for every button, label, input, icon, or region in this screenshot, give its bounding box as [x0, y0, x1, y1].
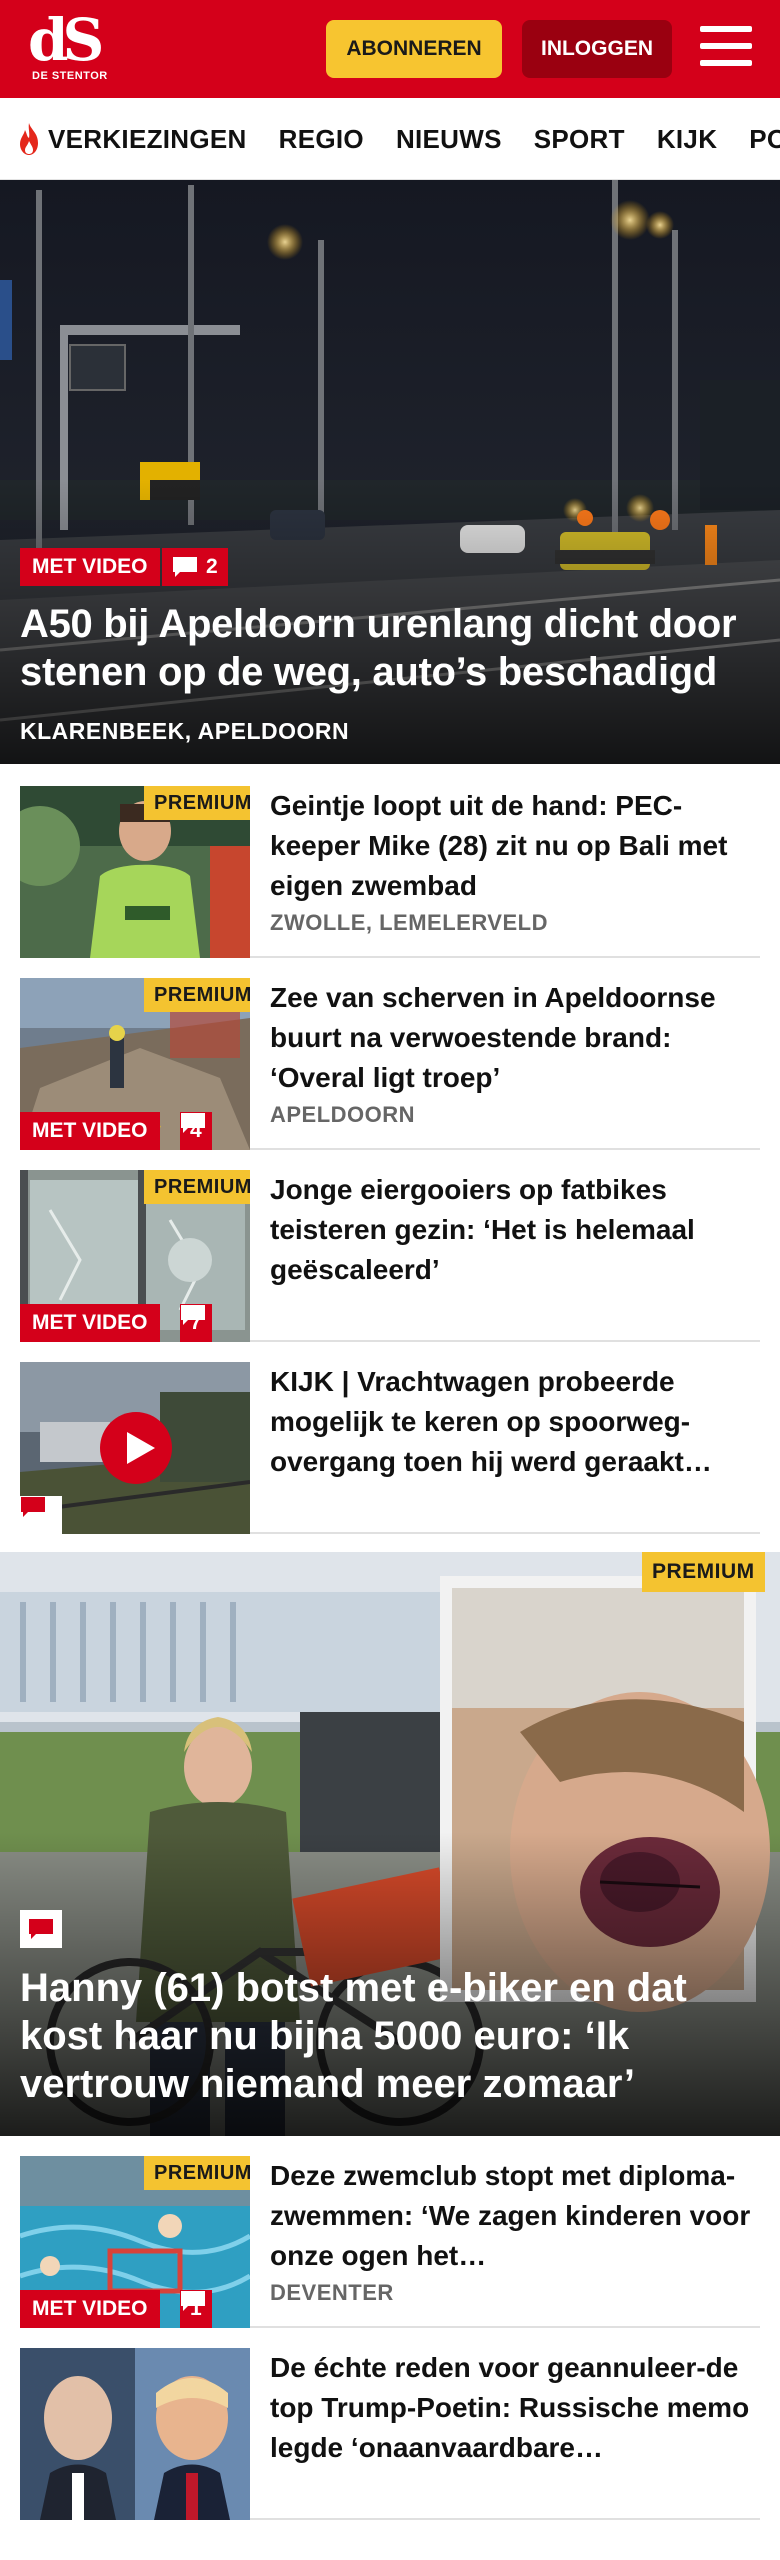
- logo-mark: dS: [28, 6, 104, 74]
- article-thumbnail: [20, 1362, 250, 1534]
- top-header: dS DE STENTOR ABONNEREN INLOGGEN: [0, 0, 780, 98]
- video-badge: MET VIDEO: [20, 1304, 160, 1342]
- article-thumbnail: [20, 2348, 250, 2520]
- comment-icon: [181, 2291, 205, 2311]
- play-button[interactable]: [100, 1412, 172, 1484]
- video-badge: MET VIDEO: [20, 2290, 160, 2328]
- article-item[interactable]: PREMIUM MET VIDEO 4 Zee van scherven in …: [20, 978, 760, 1150]
- comment-icon: [29, 1919, 53, 1939]
- article-headline[interactable]: Zee van scherven in Apeldoornse buurt na…: [270, 978, 760, 1098]
- article-thumbnail: PREMIUM MET VIDEO 4: [20, 978, 250, 1150]
- comment-icon: [181, 1113, 205, 1133]
- article-location: DEVENTER: [270, 2280, 394, 2305]
- nav-item-nieuws[interactable]: NIEUWS: [396, 124, 502, 155]
- hero-headline[interactable]: A50 bij Apeldoorn urenlang dicht door st…: [20, 600, 770, 696]
- nav-item-sport[interactable]: SPORT: [534, 124, 625, 155]
- article-item[interactable]: KIJK | Vrachtwagen probeerde mogelijk te…: [20, 1362, 760, 1534]
- hero-location: KLARENBEEK, APELDOORN: [20, 718, 350, 744]
- premium-badge: PREMIUM: [642, 1552, 765, 1592]
- flame-icon: [20, 123, 38, 155]
- nav-item-verkiezingen[interactable]: VERKIEZINGEN: [16, 122, 247, 156]
- logo-subtitle: DE STENTOR: [32, 70, 108, 82]
- article-headline[interactable]: Geintje loopt uit de hand: PEC-keeper Mi…: [270, 786, 760, 906]
- subscribe-button[interactable]: ABONNEREN: [326, 20, 502, 78]
- nav-item-podcasts[interactable]: PODCASTS: [749, 124, 780, 155]
- comment-button[interactable]: [20, 1910, 62, 1948]
- comment-count-badge[interactable]: 7: [180, 1304, 212, 1342]
- video-badge: MET VIDEO: [20, 1112, 160, 1150]
- video-badge: MET VIDEO: [20, 548, 160, 586]
- feature-article[interactable]: PREMIUM Hanny (61) botst met e-biker en …: [0, 1552, 780, 2136]
- article-thumbnail: PREMIUM: [20, 786, 250, 958]
- article-headline[interactable]: KIJK | Vrachtwagen probeerde mogelijk te…: [270, 1362, 760, 1482]
- feature-headline[interactable]: Hanny (61) botst met e-biker en dat kost…: [20, 1964, 760, 2108]
- article-thumbnail: PREMIUM MET VIDEO 7: [20, 1170, 250, 1342]
- comment-icon: [181, 1305, 205, 1325]
- comment-button[interactable]: [20, 1496, 62, 1534]
- article-location: APELDOORN: [270, 1102, 416, 1127]
- premium-badge: PREMIUM: [144, 1170, 250, 1204]
- comment-icon: [173, 557, 197, 577]
- article-item[interactable]: PREMIUM MET VIDEO 1 Deze zwemclub stopt …: [20, 2156, 760, 2328]
- menu-icon[interactable]: [700, 26, 752, 72]
- comment-count: 2: [206, 555, 218, 578]
- nav-item-regio[interactable]: REGIO: [279, 124, 364, 155]
- article-item[interactable]: De échte reden voor geannuleer-de top Tr…: [20, 2348, 760, 2520]
- article-thumbnail: PREMIUM MET VIDEO 1: [20, 2156, 250, 2328]
- play-icon: [127, 1432, 155, 1464]
- article-item[interactable]: PREMIUM MET VIDEO 7 Jonge eiergooiers op…: [20, 1170, 760, 1342]
- article-headline[interactable]: Jonge eiergooiers op fatbikes teisteren …: [270, 1170, 760, 1290]
- comment-count-badge[interactable]: 2: [162, 548, 228, 586]
- article-item[interactable]: PREMIUM Geintje loopt uit de hand: PEC-k…: [20, 786, 760, 958]
- nav-item-kijk[interactable]: KIJK: [657, 124, 717, 155]
- article-headline[interactable]: De échte reden voor geannuleer-de top Tr…: [270, 2348, 760, 2468]
- hero-article[interactable]: MET VIDEO 2 A50 bij Apeldoorn urenlang d…: [0, 180, 780, 764]
- site-logo[interactable]: dS DE STENTOR: [28, 6, 112, 90]
- premium-badge: PREMIUM: [144, 786, 250, 820]
- comment-count-badge[interactable]: 1: [180, 2290, 212, 2328]
- nav-label-verkiezingen: VERKIEZINGEN: [48, 123, 247, 154]
- premium-badge: PREMIUM: [144, 978, 250, 1012]
- article-location: ZWOLLE, LEMELERVELD: [270, 910, 548, 935]
- comment-icon: [21, 1497, 45, 1517]
- comment-count-badge[interactable]: 4: [180, 1112, 212, 1150]
- premium-badge: PREMIUM: [144, 2156, 250, 2190]
- article-headline[interactable]: Deze zwemclub stopt met diploma-zwemmen:…: [270, 2156, 760, 2276]
- login-button[interactable]: INLOGGEN: [522, 20, 672, 78]
- section-nav: VERKIEZINGEN REGIO NIEUWS SPORT KIJK POD…: [0, 98, 780, 180]
